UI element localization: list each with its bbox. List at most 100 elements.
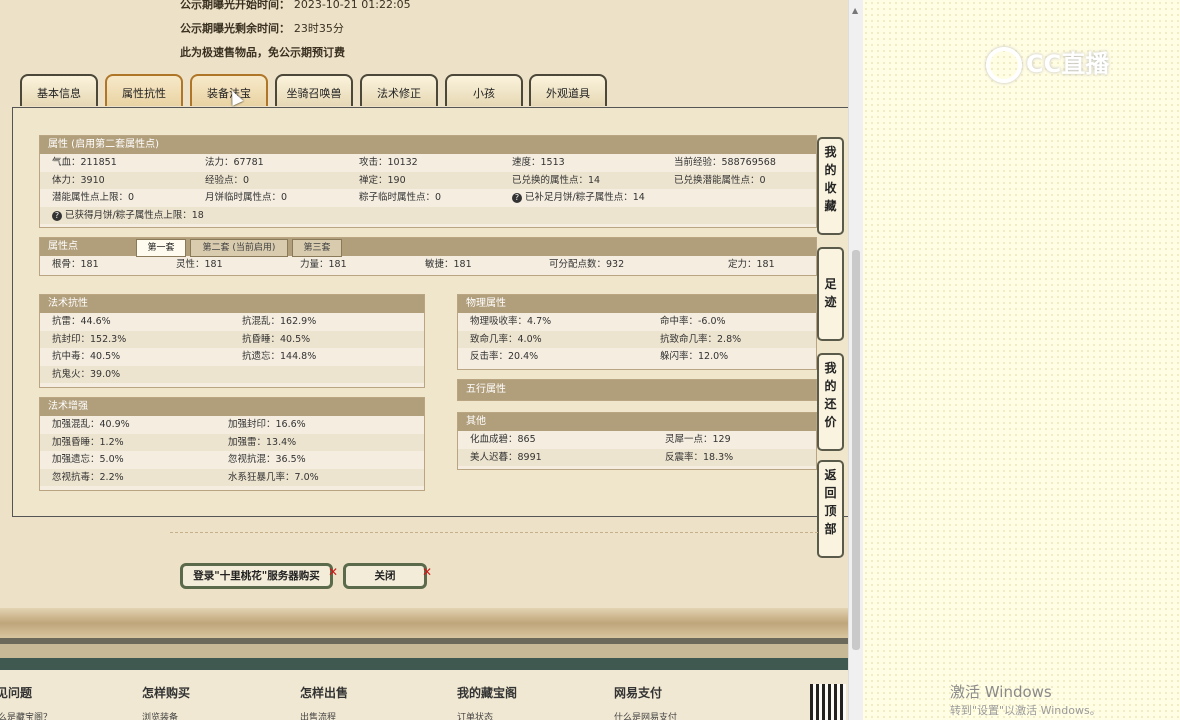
resist-value: 抗雷：44.6%: [52, 316, 111, 327]
close-label: 关闭: [374, 570, 396, 582]
attr-cap: ? 已获得月饼/粽子属性点上限：18: [52, 207, 204, 225]
attributes-panel: 属性 (启用第二套属性点) 气血：211851 法力：67781 攻击：1013…: [12, 107, 848, 517]
notice-remain-label: 公示期曝光剩余时间：: [180, 22, 290, 35]
other-box: 其他 化血成碧：865 灵犀一点：129 美人迟暮：8991 反震率：18.3%: [457, 412, 817, 470]
point-unallocated: 可分配点数：932: [549, 259, 625, 270]
physical-value: 抗致命几率：2.8%: [660, 333, 742, 345]
footprint-button[interactable]: 足迹: [817, 247, 844, 341]
login-buy-label: 登录"十里桃花"服务器购买: [193, 570, 320, 582]
points-row: 根骨：181 灵性：181 力量：181 敏捷：181 可分配点数：932 定力…: [40, 256, 816, 274]
other-title: 其他: [458, 413, 816, 431]
resist-value: 抗鬼火：39.0%: [52, 368, 121, 380]
notice-start-label: 公示期曝光开始时间：: [180, 0, 290, 11]
enhance-row: 加强混乱：40.9% 加强封印：16.6%: [40, 416, 424, 434]
resist-value: 抗中毒：40.5%: [52, 351, 121, 362]
enhance-value: 加强遗忘：5.0%: [52, 454, 124, 465]
attr-attack: 攻击：10132: [359, 157, 418, 168]
attr-filled-text: 已补足月饼/粽子属性点：14: [525, 192, 645, 203]
spell-enhance-title: 法术增强: [40, 398, 424, 416]
attr-cap-text: 已获得月饼/粽子属性点上限：18: [65, 209, 204, 221]
footer-title-my-cbg: 我的藏宝阁: [457, 686, 518, 700]
subtab-set-2[interactable]: 第二套 (当前启用): [190, 239, 288, 257]
other-value: 美人迟暮：8991: [470, 451, 542, 463]
tab-attributes[interactable]: 属性抗性: [105, 74, 183, 106]
enhance-value: 加强昏睡：1.2%: [52, 436, 124, 448]
help-icon[interactable]: ?: [52, 210, 62, 221]
footer-link[interactable]: 么是藏宝阁？: [0, 710, 52, 720]
attr-mooncake-temp: 月饼临时属性点：0: [205, 192, 288, 203]
decor-band: [0, 608, 848, 638]
resist-row: 抗中毒：40.5% 抗遗忘：144.8%: [40, 348, 424, 366]
attr-stamina: 体力：3910: [52, 174, 105, 186]
enhance-row: 加强遗忘：5.0% 忽视抗混：36.5%: [40, 451, 424, 469]
five-elements-title[interactable]: 五行属性: [458, 380, 816, 400]
enhance-value: 加强混乱：40.9%: [52, 419, 130, 430]
footer: 见问题 怎样购买 怎样出售 我的藏宝阁 网易支付 么是藏宝阁？ 浏览装备 出售流…: [0, 670, 848, 720]
enhance-value: 忽视抗混：36.5%: [228, 454, 306, 465]
footer-title-buy: 怎样购买: [142, 686, 191, 700]
subtab-set-3[interactable]: 第三套: [292, 239, 342, 257]
footer-link[interactable]: 浏览装备: [142, 710, 178, 720]
attr-row: 潜能属性点上限：0 月饼临时属性点：0 粽子临时属性点：0 ? 已补足月饼/粽子属…: [40, 189, 816, 207]
footer-link[interactable]: 什么是网易支付: [614, 710, 677, 720]
resist-row: 抗雷：44.6% 抗混乱：162.9%: [40, 313, 424, 331]
attr-filled: ? 已补足月饼/粽子属性点：14: [512, 189, 645, 207]
activate-windows-sub: 转到"设置"以激活 Windows。: [950, 704, 1101, 717]
tab-child[interactable]: 小孩: [445, 74, 523, 106]
attr-row: 体力：3910 经验点：0 禅定：190 已兑换的属性点：14 已兑换潜能属性点…: [40, 171, 816, 189]
physical-value: 致命几率：4.0%: [470, 333, 542, 345]
fast-sale-notice: 此为极速售物品，免公示期预订费: [180, 46, 345, 59]
my-favorites-button[interactable]: 我的收藏: [817, 137, 844, 235]
footer-link[interactable]: 出售流程: [300, 710, 336, 720]
close-button[interactable]: 关闭 ✕: [343, 563, 432, 589]
enhance-row: 忽视抗毒：2.2% 水系狂暴几率：7.0%: [40, 468, 424, 486]
enhance-value: 加强封印：16.6%: [228, 419, 306, 430]
other-row: 化血成碧：865 灵犀一点：129: [458, 431, 816, 449]
enhance-value: 加强雷：13.4%: [228, 436, 297, 448]
attr-row: 气血：211851 法力：67781 攻击：10132 速度：1513 当前经验…: [40, 154, 816, 172]
cbg-page: 公示期曝光开始时间： 2023-10-21 01:22:05 公示期曝光剩余时间…: [0, 0, 848, 720]
physical-row: 反击率：20.4% 躲闪率：12.0%: [458, 348, 816, 366]
vertical-scrollbar[interactable]: ▲: [848, 0, 863, 720]
back-to-top-button[interactable]: 返回顶部: [817, 460, 844, 558]
footer-title-sell: 怎样出售: [300, 686, 349, 700]
physical-box: 物理属性 物理吸收率：4.7% 命中率：-6.0% 致命几率：4.0% 抗致命几率：…: [457, 294, 817, 370]
footer-link[interactable]: 订单状态: [457, 710, 493, 720]
point-agility: 敏捷：181: [425, 259, 472, 270]
tab-mounts[interactable]: 坐骑召唤兽: [275, 74, 353, 106]
footer-title-faq: 见问题: [0, 686, 33, 700]
tab-spell-mods[interactable]: 法术修正: [360, 74, 438, 106]
help-icon[interactable]: ?: [512, 193, 522, 203]
cc-logo-icon: [986, 47, 1022, 83]
close-x-icon: ✕: [421, 565, 432, 579]
attr-zen: 禅定：190: [359, 174, 406, 186]
attributes-title: 属性 (启用第二套属性点): [40, 136, 816, 154]
attr-exp-points: 经验点：0: [205, 174, 250, 186]
resist-value: 抗封印：152.3%: [52, 333, 127, 345]
decor-band: [0, 658, 848, 670]
notice-remain: 公示期曝光剩余时间： 23时35分: [180, 20, 344, 36]
login-buy-button[interactable]: 登录"十里桃花"服务器购买 ✕: [180, 563, 338, 589]
subtab-set-1[interactable]: 第一套: [136, 239, 186, 257]
tab-basic-info[interactable]: 基本信息: [20, 74, 98, 106]
physical-value: 命中率：-6.0%: [660, 316, 726, 327]
decor-band: [0, 644, 848, 658]
my-bargain-button[interactable]: 我的还价: [817, 353, 844, 451]
close-x-icon: ✕: [327, 565, 338, 579]
spell-resist-title: 法术抗性: [40, 295, 424, 313]
other-row: 美人迟暮：8991 反震率：18.3%: [458, 448, 816, 466]
scrollbar-thumb[interactable]: [852, 250, 860, 650]
spell-enhance-box: 法术增强 加强混乱：40.9% 加强封印：16.6% 加强昏睡：1.2% 加强雷：1…: [39, 397, 425, 491]
resist-value: 抗遗忘：144.8%: [242, 351, 317, 362]
cc-logo-text: CC直播: [1026, 50, 1110, 78]
tab-equipment[interactable]: 装备法宝: [190, 74, 268, 106]
resist-value: 抗混乱：162.9%: [242, 316, 317, 327]
attr-exchanged: 已兑换的属性点：14: [512, 174, 601, 186]
physical-row: 物理吸收率：4.7% 命中率：-6.0%: [458, 313, 816, 331]
divider: [170, 532, 818, 533]
enhance-value: 忽视抗毒：2.2%: [52, 471, 124, 483]
scroll-up-icon[interactable]: ▲: [852, 6, 858, 15]
tab-appearance[interactable]: 外观道具: [529, 74, 607, 106]
attr-exp: 当前经验：588769568: [674, 157, 776, 168]
other-value: 反震率：18.3%: [665, 451, 734, 463]
